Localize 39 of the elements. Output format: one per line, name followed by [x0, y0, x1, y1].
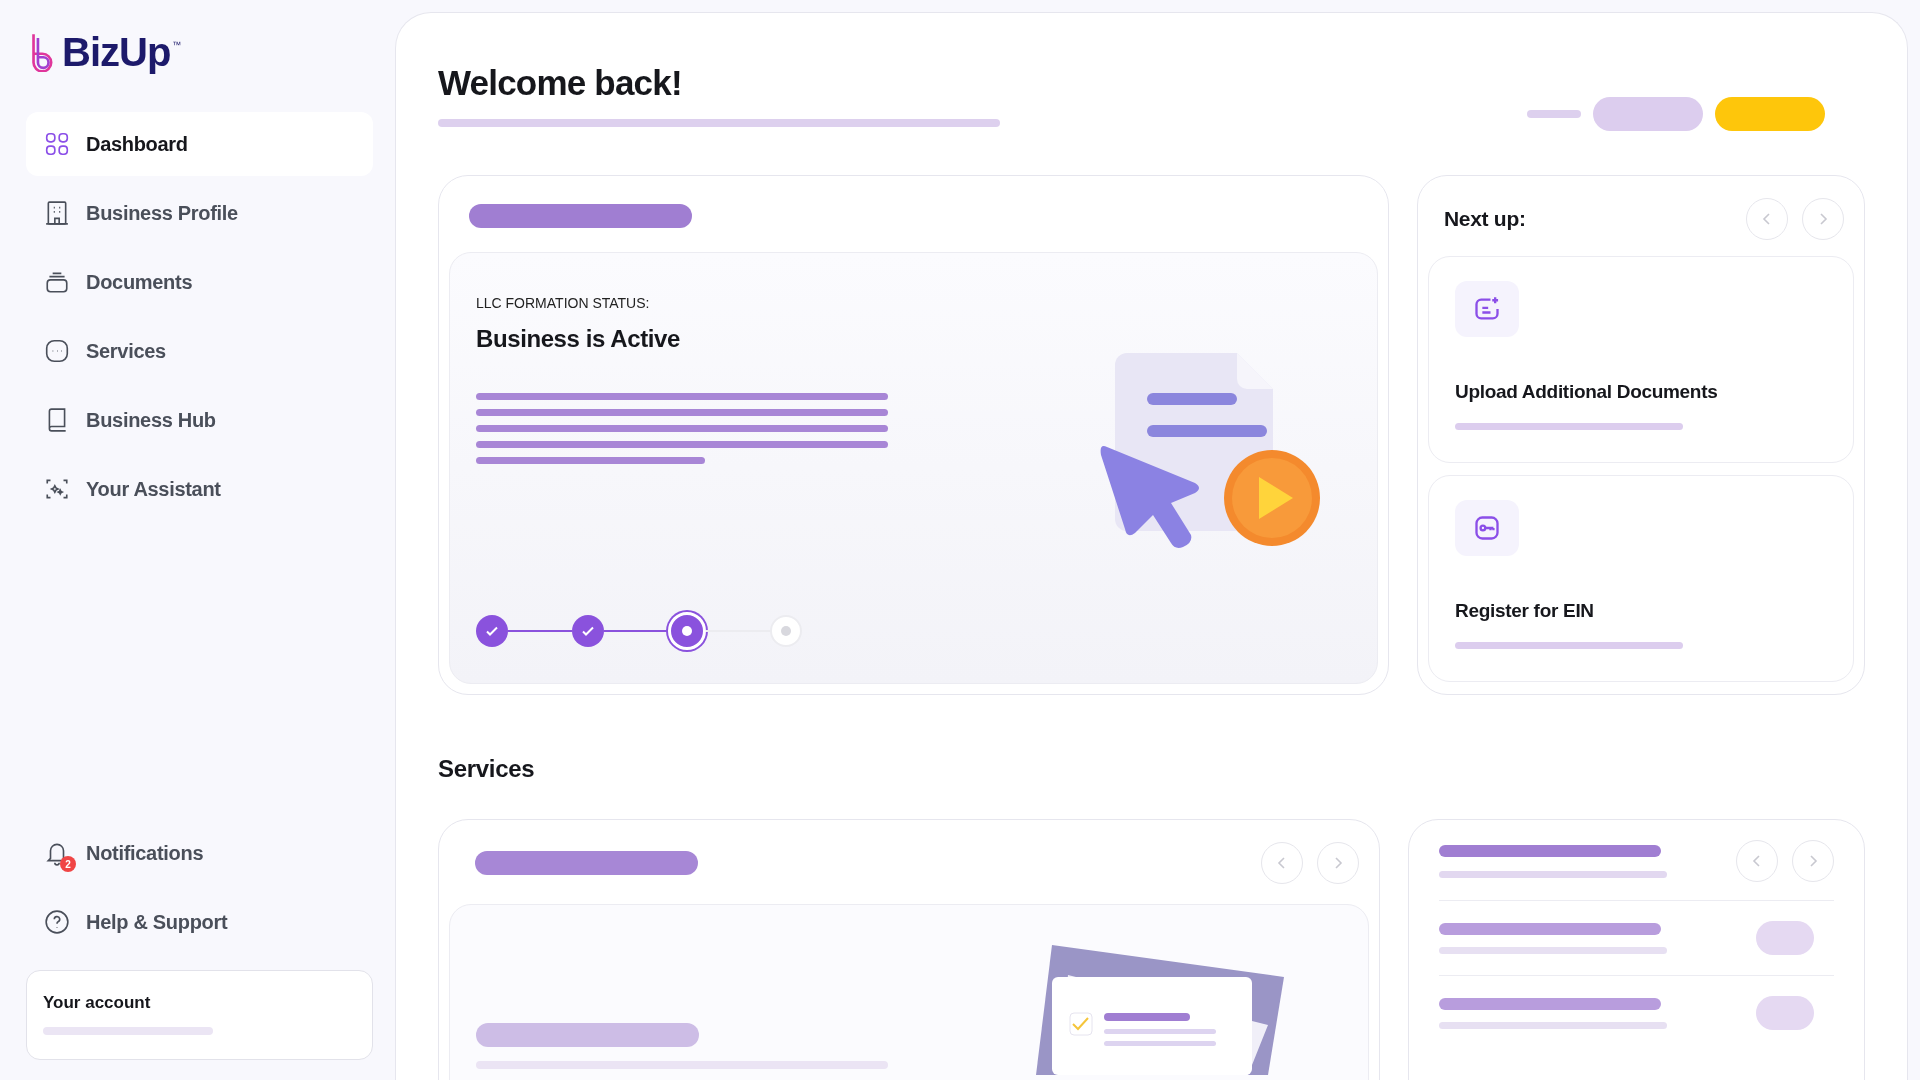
task-card[interactable]: Upload Additional Documents — [1428, 256, 1854, 463]
sidebar-item[interactable]: Business Hub — [26, 388, 373, 452]
placeholder-button[interactable] — [1756, 921, 1814, 955]
task-title: Register for EIN — [1455, 600, 1594, 622]
sidebar-item[interactable]: Help & Support — [26, 890, 373, 954]
sidebar-item[interactable]: Documents — [26, 250, 373, 314]
task-title: Upload Additional Documents — [1455, 381, 1718, 403]
previous-button[interactable] — [1261, 842, 1303, 884]
logo-text: BizUp — [62, 32, 171, 72]
grid-icon — [44, 131, 70, 157]
previous-button[interactable] — [1736, 840, 1778, 882]
status-caption: LLC FORMATION STATUS: — [476, 295, 650, 311]
sidebar-item[interactable]: 2 Notifications — [26, 821, 373, 885]
placeholder-button[interactable] — [1756, 996, 1814, 1030]
chat-bubble-icon — [44, 338, 70, 364]
sidebar-item[interactable]: Your Assistant — [26, 457, 373, 521]
note-add-icon — [1473, 295, 1501, 323]
account-title: Your account — [43, 993, 151, 1013]
trademark-mark: ™ — [172, 40, 182, 50]
status-text: Business is Active — [476, 325, 680, 353]
notification-badge: 2 — [60, 856, 76, 872]
key-icon — [1473, 514, 1501, 542]
building-icon — [44, 200, 70, 226]
next-up-title: Next up: — [1444, 207, 1526, 231]
placeholder-bar — [1527, 110, 1581, 118]
sidebar-item[interactable]: Services — [26, 319, 373, 383]
previous-button[interactable] — [1746, 198, 1788, 240]
section-title: Services — [438, 755, 536, 783]
placeholder-button[interactable] — [1593, 97, 1703, 131]
next-button[interactable] — [1317, 842, 1359, 884]
task-card[interactable]: Register for EIN — [1428, 475, 1854, 682]
help-icon — [44, 909, 70, 935]
placeholder-button[interactable] — [1715, 97, 1825, 131]
sidebar-item[interactable]: Business Profile — [26, 181, 373, 245]
next-button[interactable] — [1802, 198, 1844, 240]
sidebar-item[interactable]: Dashboard — [26, 112, 373, 176]
page-title: Welcome back! — [438, 63, 683, 103]
account-card[interactable]: Your account — [26, 970, 373, 1060]
next-button[interactable] — [1792, 840, 1834, 882]
